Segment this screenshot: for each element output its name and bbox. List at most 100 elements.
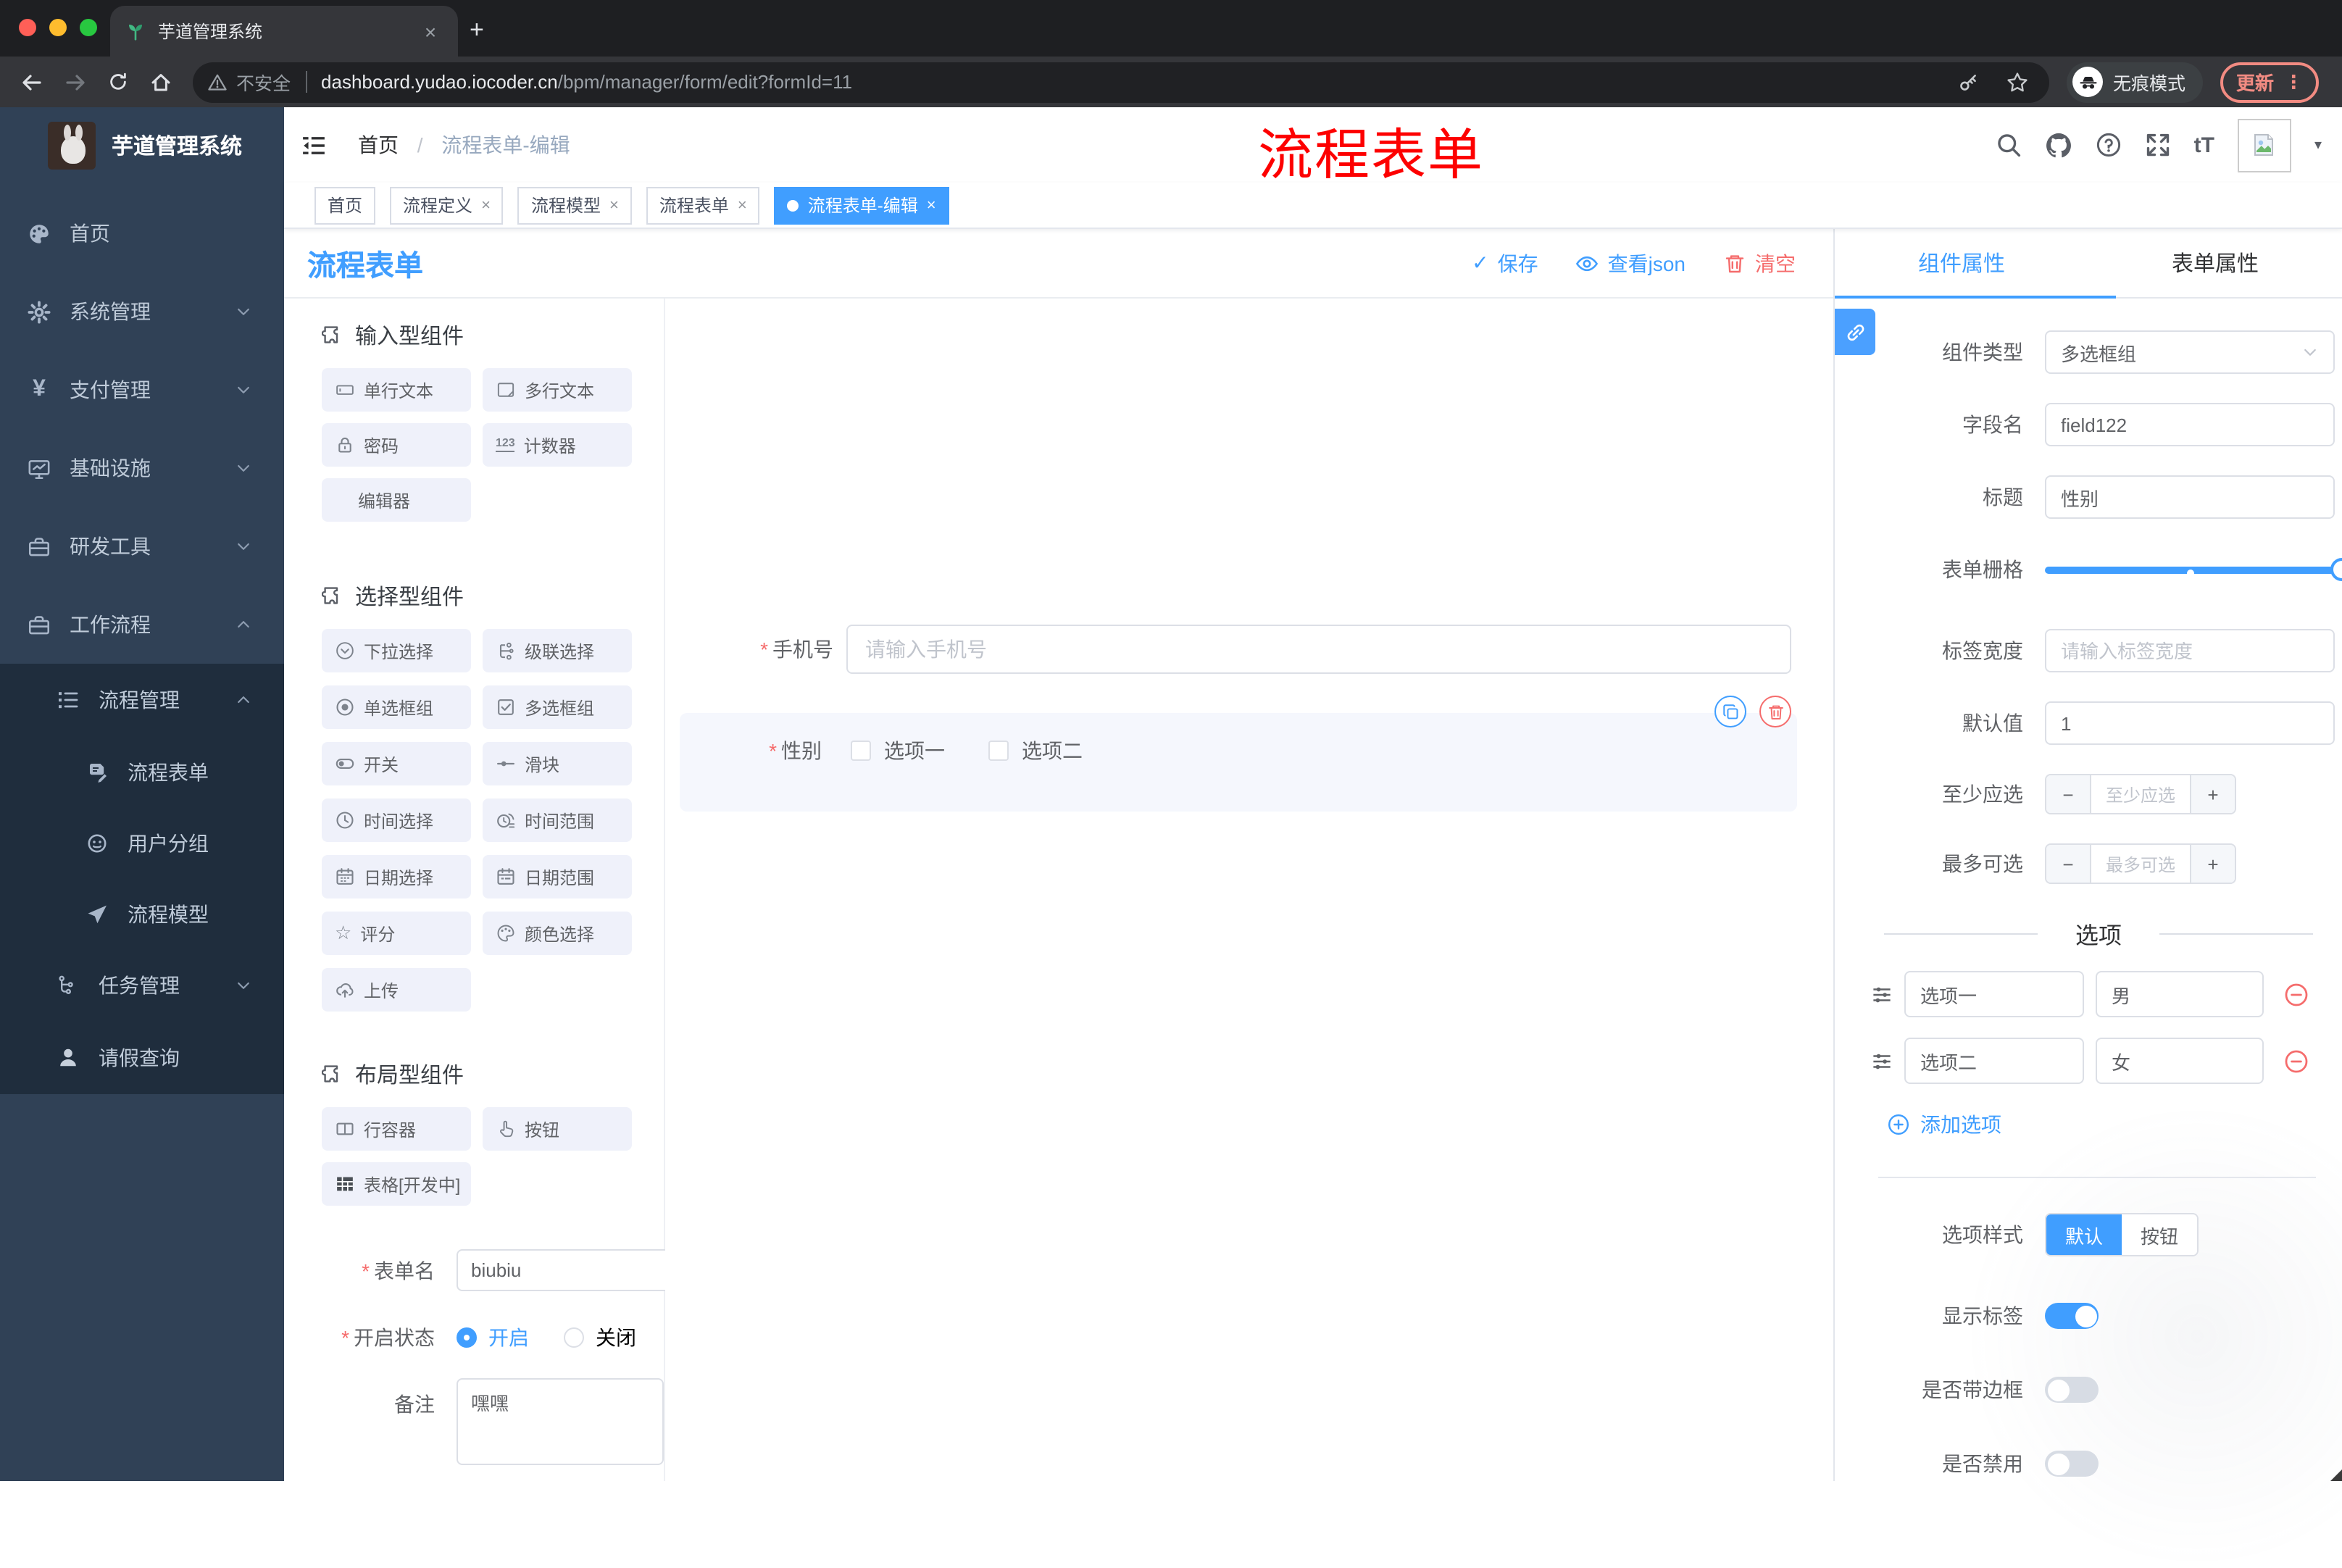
- sidebar-item-workflow[interactable]: 工作流程: [0, 585, 284, 664]
- sidebar-item-leave-query[interactable]: 请假查询: [0, 1022, 284, 1094]
- close-window-button[interactable]: [19, 19, 36, 36]
- style-default-button[interactable]: 默认: [2046, 1214, 2122, 1255]
- max-select-value[interactable]: 最多可选: [2091, 845, 2190, 883]
- component-cascader[interactable]: 级联选择: [483, 629, 632, 672]
- show-label-toggle[interactable]: [2045, 1303, 2099, 1329]
- sidebar-item-system[interactable]: 系统管理: [0, 272, 284, 351]
- gender-option2-checkbox[interactable]: [988, 741, 1009, 761]
- add-option-button[interactable]: 添加选项: [1887, 1110, 2342, 1139]
- tag-process-definition[interactable]: 流程定义 ×: [390, 186, 504, 224]
- disabled-toggle[interactable]: [2045, 1451, 2099, 1477]
- key-icon[interactable]: [1958, 71, 1980, 93]
- sidebar-item-process-mgmt[interactable]: 流程管理: [0, 664, 284, 736]
- fullscreen-icon[interactable]: [2145, 132, 2171, 158]
- update-browser-button[interactable]: 更新 ⋮: [2220, 62, 2320, 102]
- component-switch[interactable]: 开关: [322, 742, 471, 785]
- question-icon[interactable]: [2096, 132, 2122, 158]
- home-icon[interactable]: [149, 70, 172, 93]
- save-button[interactable]: ✓ 保存: [1472, 249, 1538, 278]
- component-table[interactable]: 表格[开发中]: [322, 1162, 471, 1206]
- tag-process-model[interactable]: 流程模型 ×: [517, 186, 632, 224]
- component-slider[interactable]: 滑块: [483, 742, 632, 785]
- back-icon[interactable]: [20, 70, 43, 93]
- bookmark-star-icon[interactable]: [2006, 70, 2029, 93]
- component-rate[interactable]: ☆ 评分: [322, 912, 471, 955]
- decrease-button[interactable]: −: [2046, 845, 2091, 883]
- gender-option1-label[interactable]: 选项一: [884, 736, 945, 765]
- component-multi-text[interactable]: 多行文本: [483, 368, 632, 412]
- component-row-container[interactable]: 行容器: [322, 1107, 471, 1151]
- status-off-radio[interactable]: [564, 1327, 584, 1348]
- component-upload[interactable]: 上传: [322, 968, 471, 1012]
- breadcrumb-home[interactable]: 首页: [358, 133, 399, 157]
- status-on-label[interactable]: 开启: [488, 1323, 529, 1352]
- sidebar-item-process-form[interactable]: 流程表单: [0, 736, 284, 807]
- component-color-picker[interactable]: 颜色选择: [483, 912, 632, 955]
- font-size-icon[interactable]: tT: [2194, 133, 2214, 157]
- link-badge[interactable]: [1835, 309, 1875, 355]
- label-width-input[interactable]: [2045, 629, 2335, 672]
- sidebar-item-process-model[interactable]: 流程模型: [0, 878, 284, 949]
- tag-process-form-edit[interactable]: 流程表单-编辑 ×: [774, 186, 949, 224]
- component-password[interactable]: 密码: [322, 423, 471, 467]
- forward-icon[interactable]: [64, 70, 87, 93]
- form-canvas[interactable]: 手机号 性别 选项: [665, 299, 1833, 1481]
- clear-button[interactable]: 清空: [1723, 249, 1796, 278]
- slider-handle[interactable]: [2330, 558, 2342, 581]
- component-counter[interactable]: 123 计数器: [483, 423, 632, 467]
- component-date-range[interactable]: 日期范围: [483, 855, 632, 898]
- tag-home[interactable]: 首页: [314, 186, 376, 224]
- browser-menu-icon[interactable]: ⋮: [2284, 70, 2303, 93]
- remove-option-button[interactable]: [2284, 982, 2309, 1006]
- sidebar-item-home[interactable]: 首页: [0, 194, 284, 272]
- min-select-stepper[interactable]: − 至少应选 +: [2045, 774, 2236, 814]
- form-grid-slider[interactable]: [2045, 548, 2342, 591]
- sidebar-item-task-mgmt[interactable]: 任务管理: [0, 949, 284, 1022]
- component-type-select[interactable]: 多选框组: [2045, 330, 2335, 374]
- tag-process-form[interactable]: 流程表单 ×: [646, 186, 760, 224]
- component-editor[interactable]: 编辑器: [322, 478, 471, 522]
- component-date-picker[interactable]: 日期选择: [322, 855, 471, 898]
- increase-button[interactable]: +: [2190, 845, 2235, 883]
- component-time-picker[interactable]: 时间选择: [322, 798, 471, 842]
- component-single-text[interactable]: 单行文本: [322, 368, 471, 412]
- default-value-input[interactable]: [2045, 701, 2335, 745]
- sidebar-item-payment[interactable]: ¥ 支付管理: [0, 351, 284, 429]
- view-json-button[interactable]: 查看json: [1576, 249, 1685, 278]
- window-controls[interactable]: [19, 19, 97, 36]
- search-icon[interactable]: [1996, 132, 2022, 158]
- title-input[interactable]: [2045, 475, 2335, 519]
- sidebar-fold-icon[interactable]: [301, 133, 326, 157]
- tab-form-props[interactable]: 表单属性: [2088, 229, 2342, 297]
- close-tag-icon[interactable]: ×: [738, 196, 747, 214]
- copy-component-button[interactable]: [1714, 696, 1746, 727]
- field-name-input[interactable]: [2045, 403, 2335, 446]
- phone-input[interactable]: [846, 625, 1791, 674]
- option-value-input[interactable]: [2096, 971, 2264, 1017]
- new-tab-button[interactable]: +: [470, 16, 484, 45]
- option-value-input[interactable]: [2096, 1038, 2264, 1084]
- max-select-stepper[interactable]: − 最多可选 +: [2045, 843, 2236, 884]
- gender-option2-label[interactable]: 选项二: [1022, 736, 1083, 765]
- component-checkbox-group[interactable]: 多选框组: [483, 685, 632, 729]
- url-bar[interactable]: 不安全 dashboard.yudao.iocoder.cn/bpm/manag…: [193, 62, 2049, 102]
- component-select[interactable]: 下拉选择: [322, 629, 471, 672]
- remove-option-button[interactable]: [2284, 1048, 2309, 1073]
- decrease-button[interactable]: −: [2046, 775, 2091, 813]
- reload-icon[interactable]: [107, 71, 129, 93]
- zoom-window-button[interactable]: [80, 19, 97, 36]
- increase-button[interactable]: +: [2190, 775, 2235, 813]
- status-on-radio[interactable]: [457, 1327, 477, 1348]
- component-radio-group[interactable]: 单选框组: [322, 685, 471, 729]
- option-name-input[interactable]: [1904, 1038, 2084, 1084]
- option-name-input[interactable]: [1904, 971, 2084, 1017]
- border-toggle[interactable]: [2045, 1377, 2099, 1403]
- close-tab-icon[interactable]: ×: [417, 20, 443, 43]
- selected-component-gender[interactable]: 性别 选项一 选项二: [680, 696, 1797, 812]
- sidebar-item-infra[interactable]: 基础设施: [0, 429, 284, 507]
- minimize-window-button[interactable]: [49, 19, 67, 36]
- sidebar-item-user-group[interactable]: 用户分组: [0, 807, 284, 878]
- close-tag-icon[interactable]: ×: [609, 196, 619, 214]
- close-tag-icon[interactable]: ×: [927, 196, 936, 214]
- min-select-value[interactable]: 至少应选: [2091, 775, 2190, 813]
